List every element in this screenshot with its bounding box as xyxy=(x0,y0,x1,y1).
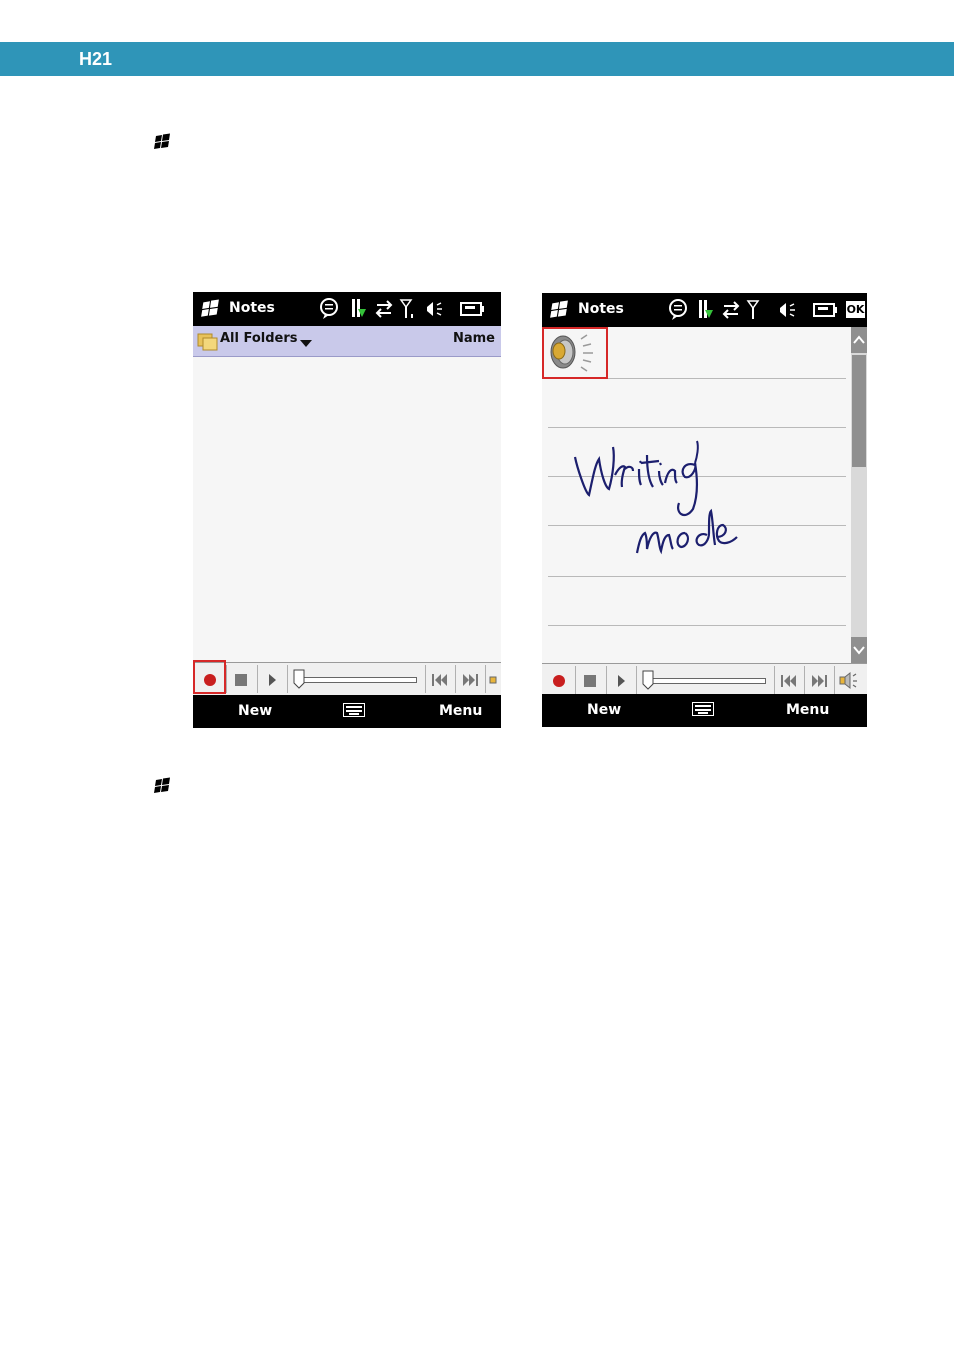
notes-list-area[interactable] xyxy=(193,357,501,662)
battery-charge-icon xyxy=(699,300,713,318)
note-edit-screen: Notes OK New Menu xyxy=(542,293,867,727)
battery-icon xyxy=(813,303,837,317)
volume-button[interactable] xyxy=(836,666,864,694)
playback-slider[interactable] xyxy=(293,669,417,689)
soft-key-bar: New Menu xyxy=(193,695,501,728)
skip-forward-button[interactable] xyxy=(805,666,833,694)
skip-forward-button[interactable] xyxy=(456,665,484,693)
new-button[interactable]: New xyxy=(238,703,272,719)
chevron-down-icon[interactable] xyxy=(300,340,312,348)
folder-bar[interactable]: All Folders Name xyxy=(193,326,501,357)
record-button-highlight xyxy=(193,660,226,694)
sync-arrows-icon xyxy=(375,300,393,318)
start-menu-icon[interactable] xyxy=(547,300,571,320)
signal-icon xyxy=(746,300,760,319)
skip-back-button[interactable] xyxy=(426,665,454,693)
slider-thumb[interactable] xyxy=(293,669,305,689)
title-bar: Notes xyxy=(193,292,501,326)
record-button[interactable] xyxy=(545,666,573,694)
signal-icon xyxy=(399,299,413,318)
speaker-icon xyxy=(427,302,442,316)
recording-toolbar xyxy=(542,663,867,696)
stop-button[interactable] xyxy=(576,666,604,694)
skip-back-button[interactable] xyxy=(775,666,803,694)
status-icons xyxy=(320,298,484,319)
start-menu-icon[interactable] xyxy=(198,299,222,319)
app-title: Notes xyxy=(578,301,624,317)
ok-button[interactable]: OK xyxy=(846,301,865,318)
battery-icon xyxy=(460,302,484,316)
play-button[interactable] xyxy=(258,665,286,693)
folder-icon xyxy=(197,333,218,351)
playback-slider[interactable] xyxy=(642,670,766,690)
slider-thumb[interactable] xyxy=(642,670,654,690)
notification-icon xyxy=(320,298,338,319)
scroll-down-button[interactable] xyxy=(851,637,867,663)
new-button[interactable]: New xyxy=(587,702,621,718)
scroll-up-button[interactable] xyxy=(851,327,867,353)
sort-by-name[interactable]: Name xyxy=(453,331,495,346)
section-header-bar: H21 xyxy=(0,42,954,76)
voice-note-highlight xyxy=(542,327,608,379)
scrollbar[interactable] xyxy=(851,327,867,663)
keyboard-icon[interactable] xyxy=(692,702,714,716)
windows-logo-icon xyxy=(154,777,170,793)
notes-list-screen: Notes All Folders Name New Menu xyxy=(193,292,501,728)
menu-button[interactable]: Menu xyxy=(439,703,482,719)
folder-dropdown[interactable]: All Folders xyxy=(220,331,298,346)
keyboard-icon[interactable] xyxy=(343,703,365,717)
sync-arrows-icon xyxy=(722,301,740,319)
title-bar: Notes xyxy=(542,293,867,327)
battery-charge-icon xyxy=(352,299,366,317)
stop-button[interactable] xyxy=(227,665,255,693)
windows-logo-icon xyxy=(154,133,170,149)
scroll-thumb[interactable] xyxy=(852,355,866,467)
volume-button[interactable] xyxy=(489,673,501,685)
soft-key-bar: New Menu xyxy=(542,694,867,727)
recording-toolbar xyxy=(193,662,501,695)
menu-button[interactable]: Menu xyxy=(786,702,829,718)
handwriting-ink xyxy=(573,440,738,555)
notification-icon xyxy=(669,299,687,320)
status-icons xyxy=(669,299,837,320)
section-title: H21 xyxy=(79,49,113,69)
speaker-icon xyxy=(780,303,795,317)
app-title: Notes xyxy=(229,300,275,316)
play-button[interactable] xyxy=(607,666,635,694)
